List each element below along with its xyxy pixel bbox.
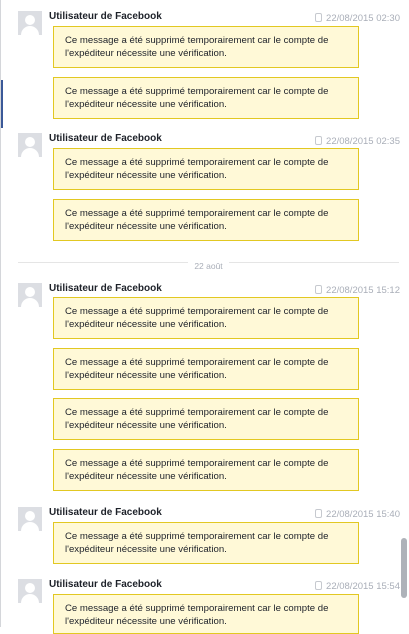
- message-bubble[interactable]: Ce message a été supprimé temporairement…: [53, 348, 359, 390]
- message-text-line: Ce message a été supprimé temporairement…: [65, 208, 329, 219]
- message-text-line: Ce message a été supprimé temporairement…: [65, 35, 329, 46]
- timestamp-text: 22/08/2015 02:30: [326, 13, 400, 24]
- timestamp-text: 22/08/2015 15:40: [326, 509, 400, 520]
- attachment-icon: [315, 285, 323, 294]
- message-text-line: l'expéditeur nécessite une vérification.: [65, 544, 227, 555]
- sender-name[interactable]: Utilisateur de Facebook: [49, 578, 162, 591]
- scrollbar-thumb[interactable]: [401, 538, 407, 598]
- message-text-line: Ce message a été supprimé temporairement…: [65, 86, 329, 97]
- message-text-line: Ce message a été supprimé temporairement…: [65, 306, 329, 317]
- message-text-line: l'expéditeur nécessite une vérification.: [65, 48, 227, 59]
- attachment-icon: [315, 509, 323, 518]
- message-bubble[interactable]: Ce message a été supprimé temporairement…: [53, 148, 359, 190]
- message-timestamp: 22/08/2015 02:35: [315, 135, 400, 148]
- message-text-line: l'expéditeur nécessite une vérification.: [65, 99, 227, 110]
- message-text-line: Ce message a été supprimé temporairement…: [65, 603, 329, 614]
- message-timestamp: 22/08/2015 02:30: [315, 12, 400, 25]
- message-bubble[interactable]: Ce message a été supprimé temporairement…: [53, 522, 359, 564]
- message-text-line: Ce message a été supprimé temporairement…: [65, 157, 329, 168]
- message-text-line: l'expéditeur nécessite une vérification.: [65, 170, 227, 181]
- message-bubble[interactable]: Ce message a été supprimé temporairement…: [53, 77, 359, 119]
- timestamp-text: 22/08/2015 15:54: [326, 581, 400, 592]
- message-timestamp: 22/08/2015 15:40: [315, 508, 400, 521]
- avatar[interactable]: [18, 283, 42, 307]
- message-timestamp: 22/08/2015 15:12: [315, 284, 400, 297]
- message-text-line: l'expéditeur nécessite une vérification.: [65, 221, 227, 232]
- message-text-line: Ce message a été supprimé temporairement…: [65, 357, 329, 368]
- message-bubble[interactable]: Ce message a été supprimé temporairement…: [53, 594, 359, 634]
- attachment-icon: [315, 13, 323, 22]
- message-bubble[interactable]: Ce message a été supprimé temporairement…: [53, 297, 359, 339]
- message-text-line: Ce message a été supprimé temporairement…: [65, 407, 329, 418]
- message-thread-panel: Utilisateur de Facebook 22/08/2015 02:30…: [0, 0, 409, 634]
- timestamp-text: 22/08/2015 02:35: [326, 136, 400, 147]
- message-text-line: Ce message a été supprimé temporairement…: [65, 458, 329, 469]
- message-bubble[interactable]: Ce message a été supprimé temporairement…: [53, 398, 359, 440]
- active-indicator: [1, 80, 3, 128]
- message-text-line: l'expéditeur nécessite une vérification.: [65, 319, 227, 330]
- message-text-line: l'expéditeur nécessite une vérification.: [65, 616, 227, 627]
- date-label: 22 août: [188, 261, 229, 271]
- avatar[interactable]: [18, 11, 42, 35]
- message-text-line: l'expéditeur nécessite une vérification.: [65, 370, 227, 381]
- message-text-line: Ce message a été supprimé temporairement…: [65, 531, 329, 542]
- message-timestamp: 22/08/2015 15:54: [315, 580, 400, 593]
- attachment-icon: [315, 581, 323, 590]
- timestamp-text: 22/08/2015 15:12: [326, 285, 400, 296]
- message-text-line: l'expéditeur nécessite une vérification.: [65, 471, 227, 482]
- date-separator: 22 août: [18, 256, 399, 271]
- message-bubble[interactable]: Ce message a été supprimé temporairement…: [53, 449, 359, 491]
- attachment-icon: [315, 136, 323, 145]
- avatar[interactable]: [18, 133, 42, 157]
- message-bubble[interactable]: Ce message a été supprimé temporairement…: [53, 199, 359, 241]
- sender-name[interactable]: Utilisateur de Facebook: [49, 282, 162, 295]
- sender-name[interactable]: Utilisateur de Facebook: [49, 132, 162, 145]
- message-text-line: l'expéditeur nécessite une vérification.: [65, 420, 227, 431]
- message-bubble[interactable]: Ce message a été supprimé temporairement…: [53, 26, 359, 68]
- avatar[interactable]: [18, 579, 42, 603]
- avatar[interactable]: [18, 507, 42, 531]
- sender-name[interactable]: Utilisateur de Facebook: [49, 10, 162, 23]
- sender-name[interactable]: Utilisateur de Facebook: [49, 506, 162, 519]
